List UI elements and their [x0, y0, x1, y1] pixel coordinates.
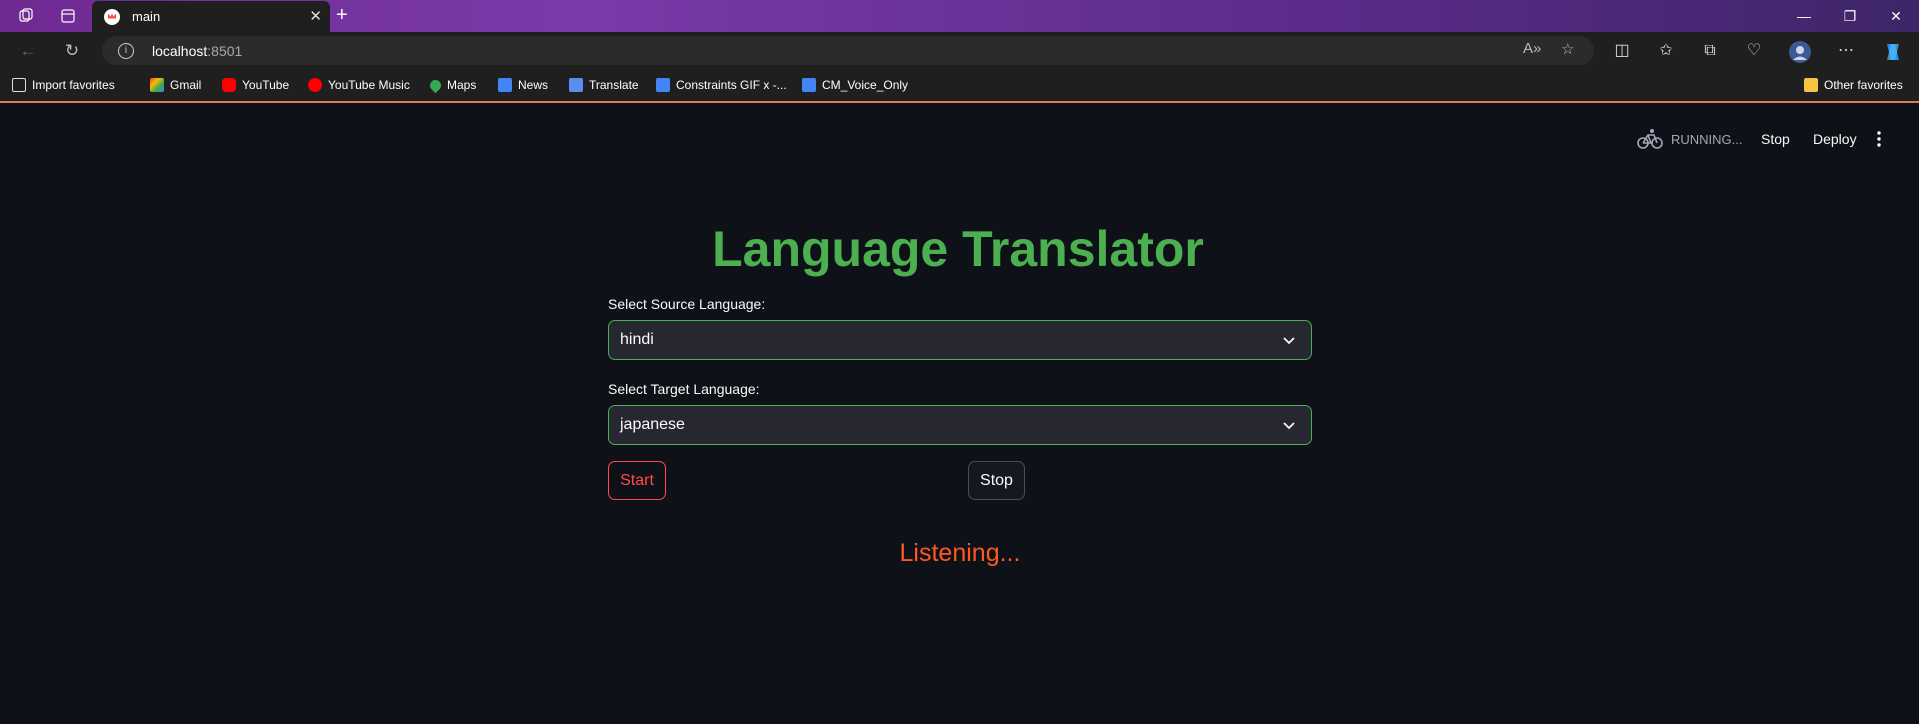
minimize-icon[interactable]: — [1781, 0, 1827, 32]
favorites-icon[interactable]: ✩ [1654, 40, 1678, 64]
chevron-down-icon [1283, 337, 1295, 345]
source-language-label: Select Source Language: [608, 296, 766, 312]
gmail-icon [150, 78, 164, 92]
translate-icon [569, 78, 583, 92]
browser-essentials-icon[interactable]: ♡ [1742, 40, 1766, 64]
target-language-value: japanese [620, 416, 685, 433]
running-bike-icon [1637, 129, 1663, 149]
folder-icon [1804, 78, 1818, 92]
tab-actions-icon[interactable] [50, 0, 86, 32]
site-info-icon[interactable]: i [118, 42, 134, 59]
docs-icon [656, 78, 670, 92]
bookmark-maps[interactable]: Maps [427, 77, 476, 93]
more-options-icon[interactable]: ⋯ [1834, 40, 1858, 64]
workspaces-icon[interactable] [8, 0, 44, 32]
header-stop-button[interactable]: Stop [1761, 128, 1790, 150]
address-bar[interactable]: i localhost:8501 A» ☆ [102, 36, 1594, 65]
bookmark-other-favorites[interactable]: Other favorites [1804, 78, 1903, 92]
youtube-music-icon [308, 78, 322, 92]
youtube-icon [222, 78, 236, 92]
news-icon [498, 78, 512, 92]
source-language-value: hindi [620, 331, 654, 348]
bookmark-cm-voice-only[interactable]: CM_Voice_Only [802, 78, 908, 92]
main-menu-icon[interactable] [1876, 128, 1882, 150]
bookmark-youtube[interactable]: YouTube [222, 78, 289, 92]
tab-main[interactable]: main ✕ [92, 1, 330, 32]
maps-icon [427, 77, 444, 93]
bookmark-import-favorites[interactable]: Import favorites [12, 78, 115, 92]
docs-icon [802, 78, 816, 92]
stop-button[interactable]: Stop [968, 461, 1025, 500]
refresh-icon[interactable]: ↻ [60, 40, 84, 64]
status-message: Listening... [899, 539, 1021, 567]
target-language-label: Select Target Language: [608, 381, 760, 397]
browser-title-bar: main ✕ + — ❐ ✕ [0, 0, 1919, 32]
target-language-select[interactable]: japanese [608, 405, 1312, 445]
profile-avatar-icon[interactable] [1788, 40, 1812, 64]
close-tab-icon[interactable]: ✕ [309, 7, 322, 25]
url-text[interactable]: localhost:8501 [152, 43, 242, 59]
new-tab-icon[interactable]: + [336, 4, 348, 27]
chevron-down-icon [1283, 422, 1295, 430]
bookmark-youtube-music[interactable]: YouTube Music [308, 78, 410, 92]
page-title: Language Translator [712, 221, 1204, 277]
import-icon [12, 78, 26, 92]
read-aloud-icon[interactable]: A» [1523, 40, 1541, 57]
bookmark-news[interactable]: News [498, 78, 548, 92]
deploy-button[interactable]: Deploy [1813, 128, 1857, 150]
copilot-icon[interactable] [1881, 40, 1905, 64]
bookmark-gmail[interactable]: Gmail [150, 78, 201, 92]
favorite-star-icon[interactable]: ☆ [1561, 40, 1574, 58]
bookmark-translate[interactable]: Translate [569, 78, 639, 92]
streamlit-favicon-icon [104, 8, 120, 25]
split-screen-icon[interactable]: ◫ [1610, 40, 1634, 64]
back-icon[interactable]: ← [16, 40, 40, 64]
running-status: RUNNING... [1637, 128, 1743, 150]
bookmarks-bar: Import favorites Gmail YouTube YouTube M… [0, 70, 1919, 103]
bookmark-constraints-gif[interactable]: Constraints GIF x -... [656, 78, 787, 92]
close-window-icon[interactable]: ✕ [1873, 0, 1919, 32]
source-language-select[interactable]: hindi [608, 320, 1312, 360]
restore-icon[interactable]: ❐ [1827, 0, 1873, 32]
start-button[interactable]: Start [608, 461, 666, 500]
tab-title: main [132, 9, 161, 24]
collections-icon[interactable]: ⧉ [1698, 40, 1722, 64]
